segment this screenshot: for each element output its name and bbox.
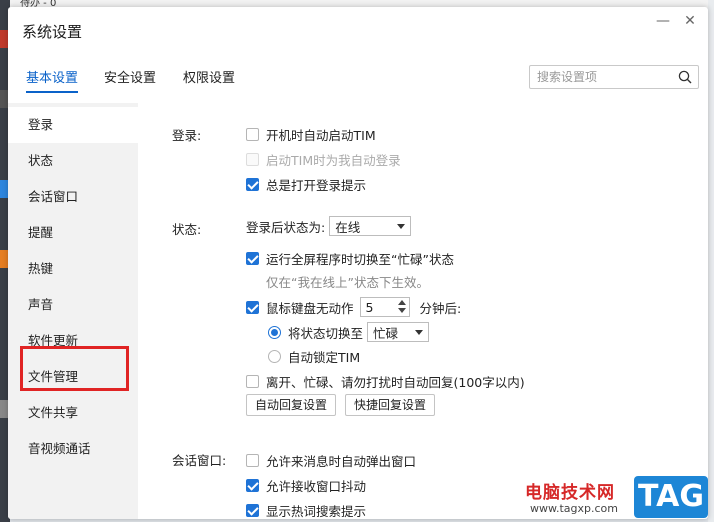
option-auto-start[interactable]: 开机时自动启动TIM xyxy=(246,125,376,144)
sidebar-item-file-sharing[interactable]: 文件共享 xyxy=(8,395,138,431)
quick-reply-settings-button[interactable]: 快捷回复设置 xyxy=(345,394,436,416)
option-label: 显示热词搜索提示 xyxy=(266,504,367,519)
search-icon[interactable] xyxy=(678,70,692,84)
settings-search xyxy=(529,65,699,89)
sidebar-item-sound[interactable]: 声音 xyxy=(8,287,138,323)
tab-permission-settings[interactable]: 权限设置 xyxy=(183,67,235,95)
select-value: 在线 xyxy=(335,219,361,235)
option-auto-lock[interactable]: 自动锁定TIM xyxy=(268,347,360,366)
sidebar-item-login[interactable]: 登录 xyxy=(8,107,138,143)
radio[interactable] xyxy=(268,350,281,363)
stepper-arrows[interactable] xyxy=(395,298,409,316)
checkbox[interactable] xyxy=(246,454,259,467)
checkbox[interactable] xyxy=(246,375,259,388)
option-label: 运行全屏程序时切换至“忙碌”状态 xyxy=(266,252,454,267)
search-input[interactable] xyxy=(530,66,670,88)
auto-reply-settings-button[interactable]: 自动回复设置 xyxy=(246,394,337,416)
option-label: 自动锁定TIM xyxy=(288,350,361,365)
chevron-down-icon xyxy=(415,329,424,335)
option-switch-status: 将状态切换至 忙碌 xyxy=(268,322,430,342)
checkbox-checked[interactable] xyxy=(246,178,259,191)
option-window-shake[interactable]: 允许接收窗口抖动 xyxy=(246,476,366,495)
option-auto-login: 启动TIM时为我自动登录 xyxy=(246,150,401,169)
select-value: 忙碌 xyxy=(373,325,399,341)
annotation-highlight-box xyxy=(20,346,129,391)
switch-status-select[interactable]: 忙碌 xyxy=(367,322,430,342)
sidebar-item-chat-window[interactable]: 会话窗口 xyxy=(8,179,138,215)
sidebar-item-hotkeys[interactable]: 热键 xyxy=(8,251,138,287)
radio-selected[interactable] xyxy=(268,325,281,339)
after-login-status-row: 登录后状态为: 在线 xyxy=(246,216,412,236)
option-label: 开机时自动启动TIM xyxy=(266,128,376,143)
title-bar: 系统设置 — ✕ xyxy=(8,7,708,51)
settings-sidebar: 登录 状态 会话窗口 提醒 热键 声音 软件更新 文件管理 文件共享 音视频通话 xyxy=(8,103,138,519)
option-label: 离开、忙碌、请勿打扰时自动回复(100字以内) xyxy=(266,375,525,390)
sidebar-item-reminder[interactable]: 提醒 xyxy=(8,215,138,251)
fullscreen-hint: 仅在“我在线上”状态下生效。 xyxy=(266,275,429,290)
checkbox-checked[interactable] xyxy=(246,479,259,492)
option-login-prompt[interactable]: 总是打开登录提示 xyxy=(246,175,366,194)
arrow-down-icon[interactable] xyxy=(397,308,406,313)
settings-window: 系统设置 — ✕ 基本设置 安全设置 权限设置 登录 状态 会话窗口 提醒 热键… xyxy=(8,7,708,519)
option-idle: 鼠标键盘无动作 5 分钟后: xyxy=(246,297,461,317)
minimize-button[interactable]: — xyxy=(652,11,674,31)
checkbox-checked[interactable] xyxy=(246,504,259,517)
checkbox-checked[interactable] xyxy=(246,252,259,265)
tab-basic-settings[interactable]: 基本设置 xyxy=(26,67,79,95)
option-label: 将状态切换至 xyxy=(288,325,364,341)
idle-minutes-stepper[interactable]: 5 xyxy=(359,297,410,317)
option-auto-reply[interactable]: 离开、忙碌、请勿打扰时自动回复(100字以内) xyxy=(246,372,525,391)
option-fullscreen-busy[interactable]: 运行全屏程序时切换至“忙碌”状态 xyxy=(246,249,454,268)
option-label: 鼠标键盘无动作 xyxy=(266,300,354,316)
idle-suffix: 分钟后: xyxy=(419,300,462,316)
chevron-down-icon xyxy=(397,223,406,229)
tab-security-settings[interactable]: 安全设置 xyxy=(104,67,156,95)
checkbox xyxy=(246,153,259,166)
option-label: 总是打开登录提示 xyxy=(266,178,367,193)
section-label-status: 状态: xyxy=(172,222,202,237)
close-button[interactable]: ✕ xyxy=(679,11,701,31)
sidebar-item-status[interactable]: 状态 xyxy=(8,143,138,179)
after-login-status-select[interactable]: 在线 xyxy=(329,216,412,236)
option-label: 启动TIM时为我自动登录 xyxy=(266,153,401,168)
arrow-up-icon[interactable] xyxy=(397,300,406,305)
window-title: 系统设置 xyxy=(22,23,83,41)
option-auto-popup[interactable]: 允许来消息时自动弹出窗口 xyxy=(246,451,416,470)
checkbox-checked[interactable] xyxy=(246,300,259,314)
section-label-chat-window: 会话窗口: xyxy=(172,453,227,468)
option-label: 允许来消息时自动弹出窗口 xyxy=(266,454,417,469)
sidebar-item-av-call[interactable]: 音视频通话 xyxy=(8,431,138,467)
after-login-status-label: 登录后状态为: xyxy=(246,219,326,235)
settings-content: 登录: 开机时自动启动TIM 启动TIM时为我自动登录 总是打开登录提示 状态:… xyxy=(138,103,708,519)
background-app-right-edge xyxy=(708,0,714,522)
checkbox[interactable] xyxy=(246,128,259,141)
section-label-login: 登录: xyxy=(172,128,202,143)
option-hot-search[interactable]: 显示热词搜索提示 xyxy=(246,501,366,519)
watermark-tag-logo: TAG xyxy=(634,476,708,518)
watermark-url: www.tagxp.com xyxy=(530,502,618,515)
stepper-value: 5 xyxy=(365,299,374,315)
watermark-brand: 电脑技术网 xyxy=(525,483,615,503)
option-label: 允许接收窗口抖动 xyxy=(266,479,367,494)
